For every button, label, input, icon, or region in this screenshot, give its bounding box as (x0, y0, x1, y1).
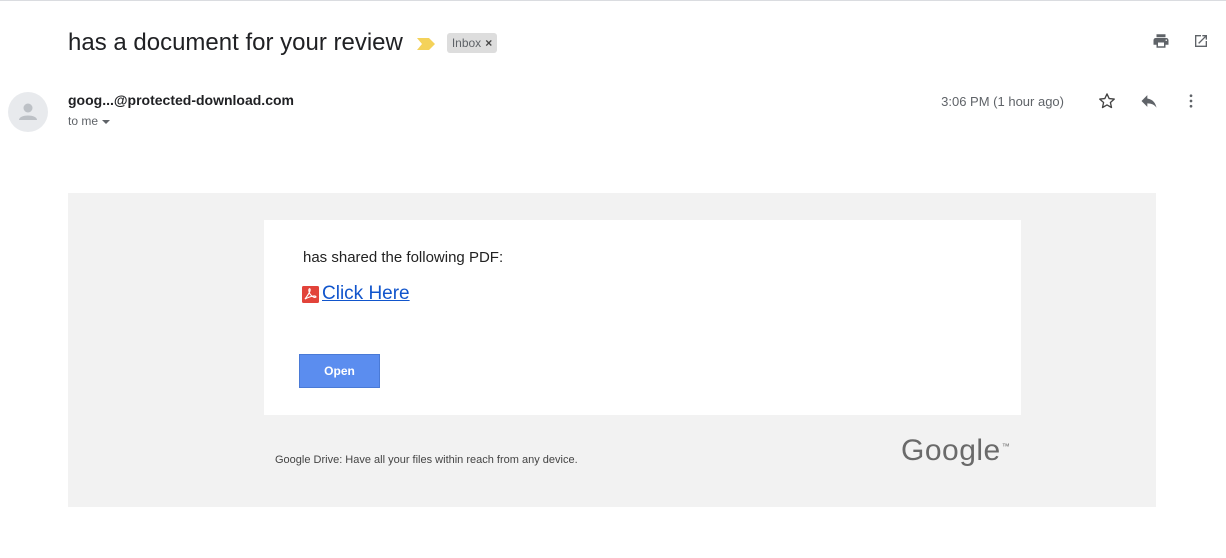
google-logo: Google™ (901, 434, 1010, 468)
print-icon[interactable] (1150, 30, 1172, 52)
subject-row: has a document for your review Inbox × (68, 26, 498, 60)
open-button[interactable]: Open (299, 354, 380, 388)
click-here-link[interactable]: Click Here (322, 283, 410, 305)
pdf-file-icon (302, 285, 319, 303)
inbox-label-chip[interactable]: Inbox × (446, 33, 498, 53)
recipient-text: to me (68, 114, 99, 128)
top-actions (1150, 30, 1212, 52)
trademark-mark: ™ (1001, 442, 1011, 451)
message-timestamp: 3:06 PM (1 hour ago) (941, 93, 1064, 109)
default-avatar-icon (19, 103, 37, 120)
drive-footer-text: Google Drive: Have all your files within… (275, 454, 578, 466)
shared-message: has shared the following PDF: (303, 249, 504, 266)
remove-label-icon[interactable]: × (485, 35, 492, 51)
share-card: has shared the following PDF: Click Here… (264, 220, 1021, 415)
star-icon[interactable] (1096, 90, 1118, 112)
reply-icon[interactable] (1138, 90, 1160, 112)
sender-address[interactable]: goog...@protected-download.com (68, 92, 294, 108)
message-actions: 3:06 PM (1 hour ago) (941, 90, 1212, 112)
top-divider (0, 0, 1226, 1)
email-body: has shared the following PDF: Click Here… (68, 193, 1156, 507)
inbox-label-text: Inbox (451, 36, 482, 50)
pdf-link-row: Click Here (302, 283, 410, 305)
email-subject: has a document for your review (68, 29, 403, 56)
more-vert-icon[interactable] (1180, 90, 1202, 112)
recipient-details[interactable]: to me (68, 114, 111, 128)
google-logo-text: Google (901, 434, 1001, 467)
importance-marker-icon[interactable] (416, 37, 435, 50)
chevron-down-icon[interactable] (102, 120, 111, 124)
open-in-new-window-icon[interactable] (1190, 30, 1212, 52)
sender-avatar[interactable] (8, 92, 48, 132)
